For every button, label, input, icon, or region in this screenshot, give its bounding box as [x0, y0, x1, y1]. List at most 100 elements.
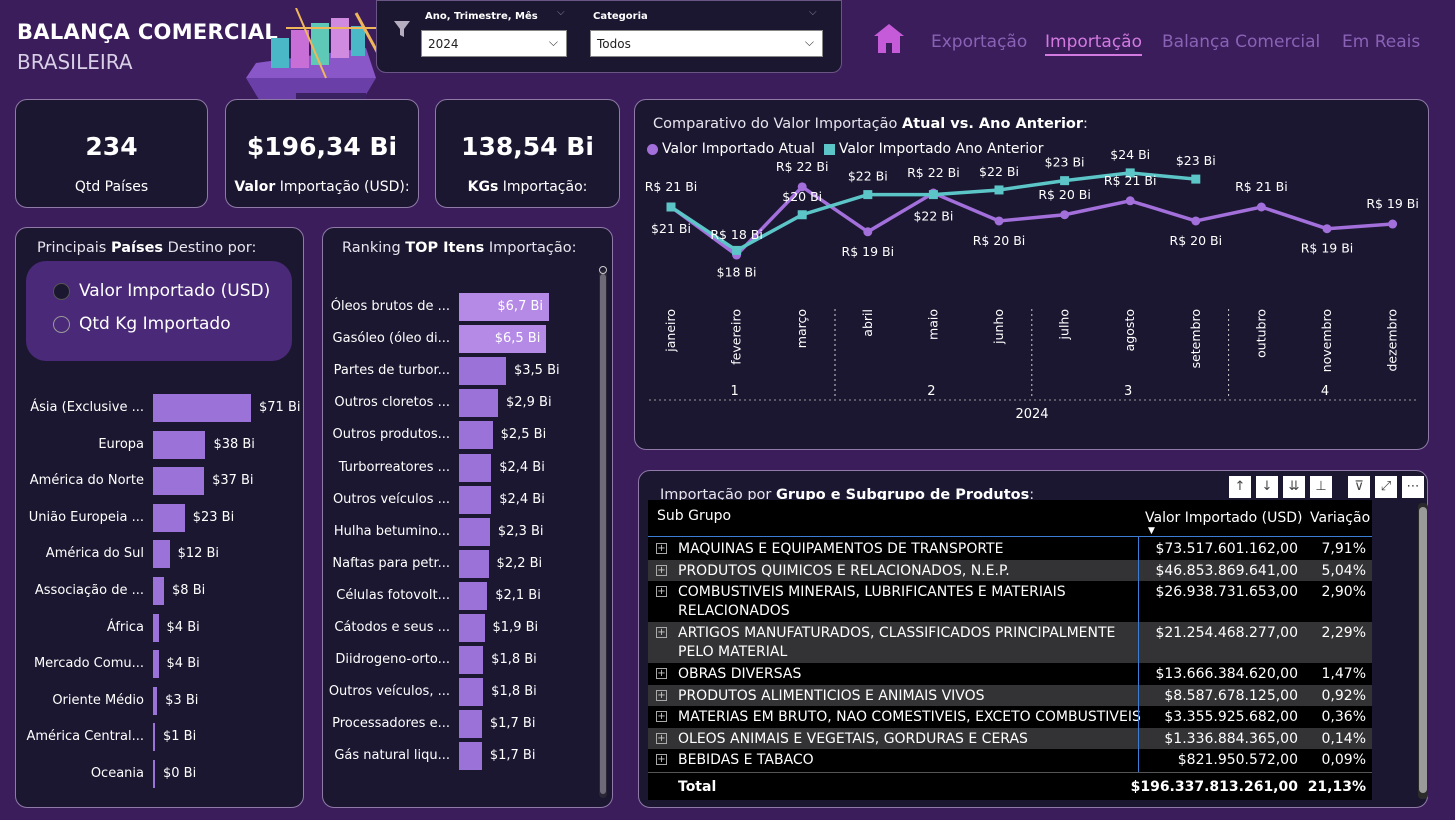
country-bar-row[interactable]: América do Sul $12 Bi	[16, 540, 305, 569]
table-row[interactable]: + BEBIDAS E TABACO $821.950.572,00 0,09%	[648, 749, 1372, 771]
country-bar[interactable]	[153, 577, 165, 605]
ranking-bar[interactable]	[459, 517, 490, 546]
ranking-bar[interactable]	[459, 678, 484, 707]
country-bar[interactable]	[153, 613, 159, 642]
expand-row-icon[interactable]: +	[656, 711, 667, 722]
table-row[interactable]: + ARTIGOS MANUFATURADOS, CLASSIFICADOS PR…	[648, 622, 1372, 663]
country-bar[interactable]	[153, 650, 159, 679]
ranking-bar-row[interactable]: Células fotovolt... $2,1 Bi	[323, 581, 593, 610]
table-row[interactable]: + MAQUINAS E EQUIPAMENTOS DE TRANSPORTE $7…	[648, 538, 1372, 560]
ranking-bar-row[interactable]: Gasóleo (óleo di... $6,5 Bi	[323, 325, 593, 354]
country-bar-row[interactable]: Associação de ... $8 Bi	[16, 577, 305, 605]
country-bar[interactable]	[153, 686, 158, 715]
row-value: $1.336.884.365,00	[1164, 730, 1298, 747]
title-part: Importação:	[484, 240, 577, 256]
country-bar-row[interactable]: América Central... $1 Bi	[16, 723, 305, 752]
nav-em-reais[interactable]: Em Reais	[1342, 32, 1420, 52]
radio-option-kg[interactable]: Qtd Kg Importado	[53, 314, 231, 334]
expand-row-icon[interactable]: +	[656, 586, 667, 597]
nav-balanca-comercial[interactable]: Balança Comercial	[1162, 32, 1320, 52]
ranking-bar[interactable]	[459, 614, 485, 642]
country-bar-row[interactable]: Europa $38 Bi	[16, 430, 305, 459]
expand-hierarchy-icon[interactable]: ⊥	[1310, 476, 1332, 498]
scroll-handle-icon[interactable]	[599, 266, 607, 274]
ranking-bar-row[interactable]: Hulha betumino... $2,3 Bi	[323, 517, 593, 546]
nav-exportacao[interactable]: Exportação	[931, 32, 1027, 52]
ranking-bar-row[interactable]: Outros veículos ... $2,4 Bi	[323, 485, 593, 514]
ranking-bar-row[interactable]: Diidrogeno-orto... $1,8 Bi	[323, 646, 593, 675]
ranking-bar-row[interactable]: Gás natural liqu... $1,7 Bi	[323, 742, 593, 771]
radio-option-valor[interactable]: Valor Importado (USD)	[53, 281, 270, 301]
country-bar[interactable]	[153, 760, 155, 788]
focus-mode-icon[interactable]: ⤢	[1375, 476, 1397, 498]
table-row[interactable]: + COMBUSTIVEIS MINERAIS, LUBRIFICANTES E …	[648, 581, 1372, 622]
country-bar[interactable]	[153, 503, 185, 532]
expand-row-icon[interactable]: +	[656, 668, 667, 679]
ranking-bar-row[interactable]: Processadores e... $1,7 Bi	[323, 710, 593, 739]
country-label: Associação de ...	[34, 583, 144, 598]
country-bar[interactable]	[153, 467, 205, 496]
table-scrollbar[interactable]	[1418, 503, 1428, 799]
ranking-bar-row[interactable]: Turborreatores ... $2,4 Bi	[323, 453, 593, 482]
more-options-icon[interactable]: ⋯	[1402, 476, 1424, 498]
chevron-down-icon[interactable]: ⌵	[557, 7, 565, 18]
header-variacao[interactable]: Variação	[1310, 510, 1370, 526]
scrollbar-thumb[interactable]	[1419, 507, 1427, 793]
expand-row-icon[interactable]: +	[656, 754, 667, 765]
country-bar-row[interactable]: Oceania $0 Bi	[16, 760, 305, 788]
country-bar[interactable]	[153, 723, 155, 752]
scrollbar-thumb[interactable]	[600, 274, 606, 794]
expand-row-icon[interactable]: +	[656, 689, 667, 701]
ranking-bar-row[interactable]: Outros produtos... $2,5 Bi	[323, 421, 593, 450]
ranking-bar[interactable]	[459, 453, 492, 482]
ranking-bar-row[interactable]: Óleos brutos de ... $6,7 Bi	[323, 293, 593, 321]
drill-down-icon[interactable]: ↓	[1256, 476, 1278, 498]
header-valor[interactable]: Valor Importado (USD)	[1145, 510, 1303, 526]
category-select[interactable]: Todos ⌵	[590, 30, 823, 57]
expand-row-icon[interactable]: +	[656, 732, 667, 744]
filter-icon[interactable]: ⊽	[1348, 476, 1370, 498]
home-icon[interactable]	[873, 22, 905, 54]
country-bar-row[interactable]: Oriente Médio $3 Bi	[16, 686, 305, 715]
country-label: Europa	[98, 436, 144, 452]
ranking-bar[interactable]	[459, 646, 484, 675]
table-row[interactable]: + OLEOS ANIMAIS E VEGETAIS, GORDURAS E CE…	[648, 727, 1372, 749]
ranking-bar[interactable]	[459, 485, 492, 514]
ranking-bar[interactable]	[459, 549, 489, 578]
country-bar[interactable]	[153, 394, 251, 422]
table-row[interactable]: + PRODUTOS ALIMENTICIOS E ANIMAIS VIVOS $8…	[648, 684, 1372, 706]
kpi-value: 234	[85, 132, 138, 161]
country-bar-row[interactable]: Ásia (Exclusive ... $71 Bi	[16, 394, 305, 422]
drill-up-icon[interactable]: ↑	[1229, 476, 1251, 498]
ranking-bar-row[interactable]: Naftas para petr... $2,2 Bi	[323, 549, 593, 578]
table-row[interactable]: + MATERIAS EM BRUTO, NAO COMESTIVEIS, EXC…	[648, 706, 1372, 728]
ranking-bar[interactable]	[459, 357, 506, 386]
ranking-bar-row[interactable]: Outros veículos, ... $1,8 Bi	[323, 678, 593, 707]
nav-importacao[interactable]: Importação	[1045, 32, 1143, 56]
country-bar[interactable]	[153, 540, 170, 569]
row-subgroup-name: PRODUTOS ALIMENTICIOS E ANIMAIS VIVOS	[678, 687, 985, 706]
period-select[interactable]: 2024 ⌵	[421, 30, 567, 57]
ranking-bar-row[interactable]: Outros cloretos ... $2,9 Bi	[323, 389, 593, 418]
table-row[interactable]: + OBRAS DIVERSAS $13.666.384.620,00 1,47%	[648, 663, 1372, 685]
country-bar-row[interactable]: América do Norte $37 Bi	[16, 467, 305, 496]
ranking-bar-row[interactable]: Cátodos e seus ... $1,9 Bi	[323, 614, 593, 642]
ranking-scrollbar[interactable]	[599, 270, 607, 798]
ranking-bar[interactable]	[459, 742, 482, 771]
expand-row-icon[interactable]: +	[656, 627, 667, 638]
ranking-bar[interactable]	[459, 421, 493, 450]
country-bar-row[interactable]: Mercado Comu... $4 Bi	[16, 650, 305, 679]
country-bar[interactable]	[153, 430, 206, 459]
country-bar-row[interactable]: África $4 Bi	[16, 613, 305, 642]
ranking-bar-row[interactable]: Partes de turbor... $3,5 Bi	[323, 357, 593, 386]
country-bar-row[interactable]: União Europeia ... $23 Bi	[16, 503, 305, 532]
ranking-bar[interactable]	[459, 389, 498, 418]
ranking-bar[interactable]	[459, 581, 488, 610]
chevron-down-icon[interactable]: ⌵	[809, 7, 817, 18]
expand-all-icon[interactable]: ⇊	[1283, 476, 1305, 498]
expand-row-icon[interactable]: +	[656, 543, 667, 554]
header-subgrupo[interactable]: Sub Grupo	[657, 508, 731, 524]
ranking-bar[interactable]	[459, 710, 482, 739]
table-row[interactable]: + PRODUTOS QUIMICOS E RELACIONADOS, N.E.P…	[648, 559, 1372, 581]
expand-row-icon[interactable]: +	[656, 564, 667, 576]
